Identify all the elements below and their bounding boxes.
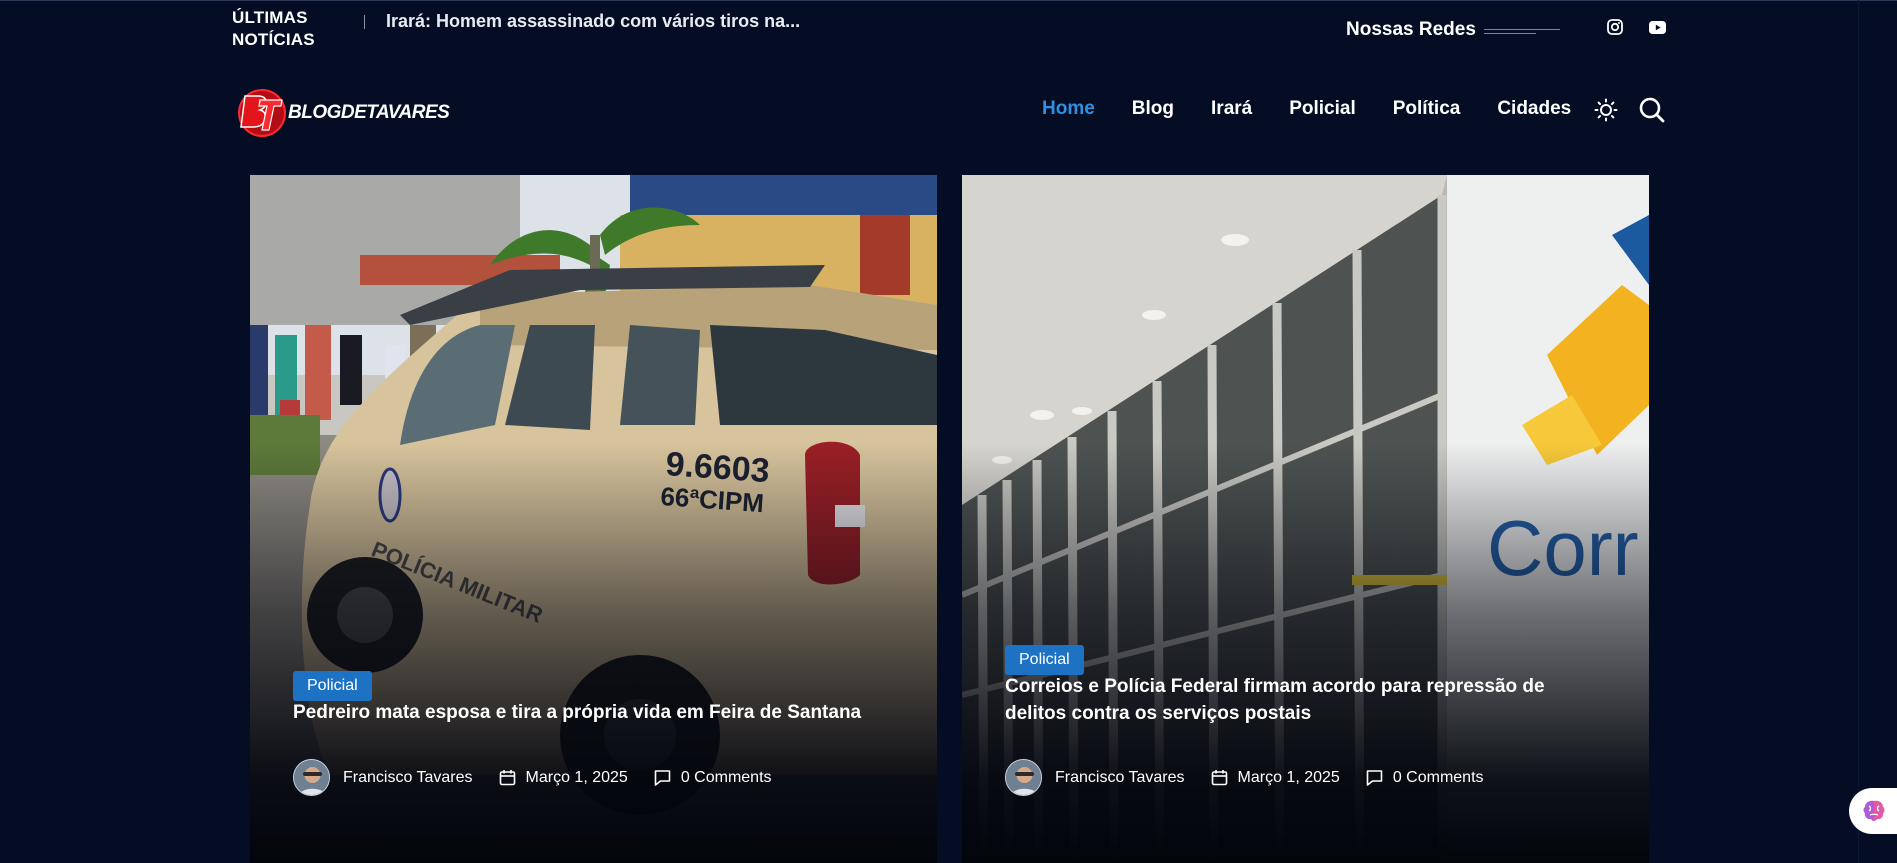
page-edge	[1858, 0, 1859, 863]
avatar[interactable]	[1005, 759, 1042, 796]
ticker-headline-link[interactable]: Irará: Homem assassinado com vários tiro…	[386, 11, 800, 32]
logo-mark-icon	[238, 84, 286, 142]
top-bar: ÚLTIMAS NOTÍCIAS Irará: Homem assassinad…	[0, 0, 1897, 56]
nav-item-politica[interactable]: Política	[1393, 98, 1461, 120]
nav-item-irara[interactable]: Irará	[1211, 98, 1252, 120]
nav-item-home[interactable]: Home	[1042, 98, 1095, 120]
comments-link[interactable]: 0 Comments	[654, 769, 772, 787]
calendar-icon	[499, 770, 515, 786]
ticker-label-line2: NOTÍCIAS	[232, 30, 315, 49]
calendar-icon	[1211, 770, 1227, 786]
site-logo[interactable]: BLOGDETAVARES	[238, 84, 450, 142]
ticker-label: ÚLTIMAS NOTÍCIAS	[232, 7, 315, 51]
post-card[interactable]: 9.6603 66ªCIPM POLÍCIA MILITAR Policial …	[250, 175, 937, 863]
page: ÚLTIMAS NOTÍCIAS Irará: Homem assassinad…	[0, 0, 1897, 863]
post-title[interactable]: Pedreiro mata esposa e tira a própria vi…	[293, 699, 893, 726]
ticker-label-line1: ÚLTIMAS	[232, 8, 308, 27]
logo-text: BLOGDETAVARES	[288, 102, 450, 123]
post-card[interactable]: Corr Policial Correios e Polícia Federal…	[962, 175, 1649, 863]
social-divider	[1484, 29, 1560, 35]
nav-item-blog[interactable]: Blog	[1132, 98, 1174, 120]
social-label: Nossas Redes	[1346, 19, 1476, 40]
comment-icon	[654, 770, 671, 786]
comment-icon	[1366, 770, 1383, 786]
instagram-icon[interactable]	[1605, 17, 1625, 37]
category-badge[interactable]: Policial	[293, 671, 372, 701]
post-date: Março 1, 2025	[499, 769, 628, 787]
post-date: Março 1, 2025	[1211, 769, 1340, 787]
post-title[interactable]: Correios e Polícia Federal firmam acordo…	[1005, 673, 1605, 727]
nav-item-cidades[interactable]: Cidades	[1497, 98, 1571, 120]
comments-count: 0 Comments	[680, 768, 772, 786]
brain-icon	[1863, 800, 1885, 821]
category-badge[interactable]: Policial	[1005, 645, 1084, 675]
avatar[interactable]	[293, 759, 330, 796]
post-meta: Francisco Tavares Março 1, 2025 0 Commen…	[293, 759, 798, 796]
floating-assistant-button[interactable]	[1849, 788, 1897, 834]
post-date-text: Março 1, 2025	[1237, 768, 1340, 786]
author-link[interactable]: Francisco Tavares	[343, 769, 473, 787]
ticker-divider	[364, 15, 365, 29]
comments-link[interactable]: 0 Comments	[1366, 769, 1484, 787]
nav-item-policial[interactable]: Policial	[1289, 98, 1356, 120]
main-nav: Home Blog Irará Policial Política Cidade…	[1042, 98, 1608, 120]
post-date-text: Março 1, 2025	[525, 768, 628, 786]
search-icon[interactable]	[1638, 96, 1666, 124]
comments-count: 0 Comments	[1392, 768, 1484, 786]
youtube-icon[interactable]	[1647, 17, 1667, 37]
author-link[interactable]: Francisco Tavares	[1055, 769, 1185, 787]
image-overlay	[250, 443, 937, 863]
post-meta: Francisco Tavares Março 1, 2025 0 Commen…	[1005, 759, 1510, 796]
sun-icon[interactable]	[1592, 96, 1620, 124]
